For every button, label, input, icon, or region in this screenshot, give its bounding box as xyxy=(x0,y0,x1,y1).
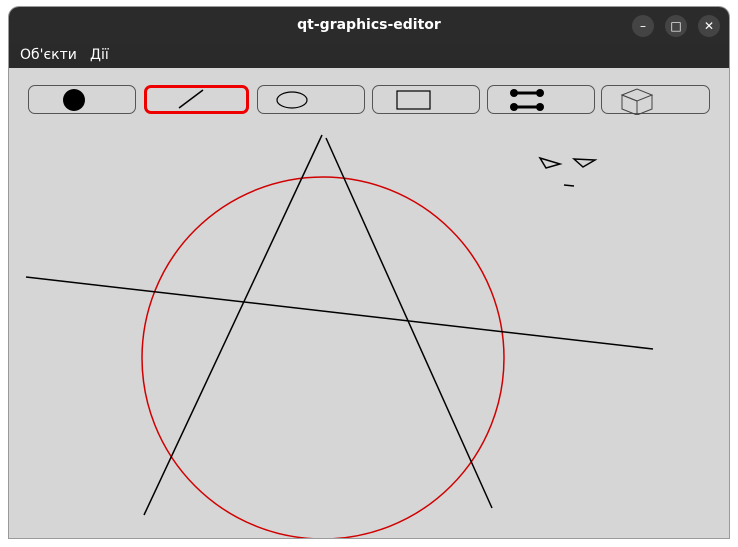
line-tool-button[interactable] xyxy=(144,85,249,114)
drawn-line-horizontal[interactable] xyxy=(25,276,654,350)
close-button[interactable]: ✕ xyxy=(698,15,720,37)
drawing-canvas[interactable] xyxy=(9,120,729,538)
ellipse-icon xyxy=(276,91,308,109)
minimize-button[interactable]: – xyxy=(632,15,654,37)
cube-tool-button[interactable] xyxy=(601,85,710,115)
line-with-circles-icon xyxy=(510,89,544,111)
small-triangle-left[interactable] xyxy=(538,156,563,169)
window-title: qt-graphics-editor xyxy=(297,17,441,33)
rectangle-icon xyxy=(396,90,431,110)
drawn-line-left[interactable] xyxy=(143,134,323,516)
drawn-circle[interactable] xyxy=(141,176,505,538)
maximize-button[interactable]: □ xyxy=(665,15,687,37)
rectangle-tool-button[interactable] xyxy=(372,85,480,114)
filled-circle-icon xyxy=(63,89,85,111)
point-tool-button[interactable] xyxy=(28,85,136,114)
line-with-circles-tool-button[interactable] xyxy=(487,85,595,114)
menu-objects[interactable]: Об'єкти xyxy=(20,47,77,63)
menu-actions[interactable]: Дії xyxy=(90,47,109,63)
line-icon xyxy=(178,89,204,109)
app-window: qt-graphics-editor – □ ✕ Об'єкти Дії xyxy=(9,7,729,538)
menu-bar: Об'єкти Дії xyxy=(9,44,729,68)
small-dash[interactable] xyxy=(563,184,575,187)
ellipse-tool-button[interactable] xyxy=(257,85,365,114)
small-triangle-right[interactable] xyxy=(571,158,598,168)
drawn-line-right[interactable] xyxy=(325,137,493,509)
title-bar[interactable]: qt-graphics-editor – □ ✕ xyxy=(9,7,729,44)
cube-icon xyxy=(620,88,654,115)
